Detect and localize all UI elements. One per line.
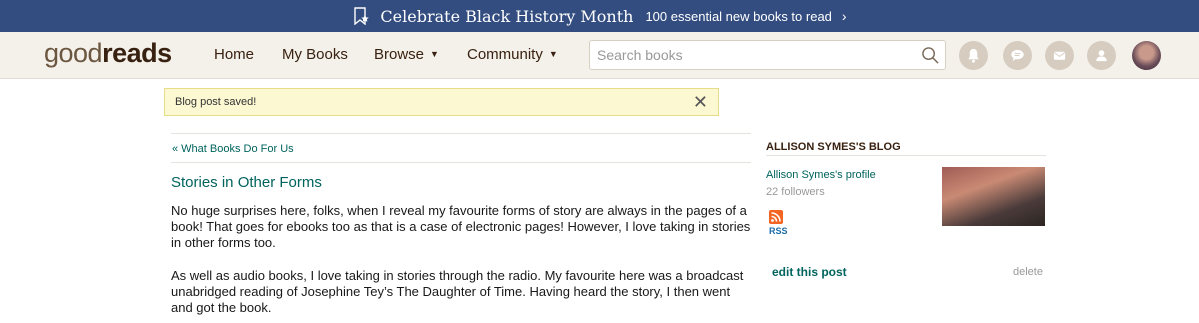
followers-count: 22 followers [766, 186, 825, 198]
flash-text: Blog post saved! [175, 96, 257, 108]
divider [766, 155, 1046, 156]
profile-avatar[interactable] [1132, 41, 1161, 70]
divider [171, 162, 751, 163]
close-icon[interactable]: ✕ [693, 92, 708, 113]
caret-down-icon: ▼ [430, 49, 439, 59]
nav-home[interactable]: Home [214, 46, 254, 63]
rss-label: RSS [769, 226, 788, 236]
chevron-right-icon: › [841, 8, 847, 24]
blog-heading: ALLISON SYMES'S BLOG [766, 141, 901, 153]
search-input[interactable] [590, 41, 910, 69]
discussions-icon[interactable] [1003, 41, 1032, 70]
search-box [589, 40, 946, 70]
author-photo[interactable] [942, 167, 1045, 226]
nav-my-books[interactable]: My Books [282, 46, 348, 63]
caret-down-icon: ▼ [548, 49, 558, 59]
nav-browse[interactable]: Browse ▼ [374, 46, 439, 63]
notifications-icon[interactable] [959, 41, 988, 70]
search-icon[interactable] [921, 46, 940, 65]
previous-post-link[interactable]: « What Books Do For Us [172, 143, 294, 155]
post-paragraph: No huge surprises here, folks, when I re… [171, 203, 751, 250]
post-paragraph: As well as audio books, I love taking in… [171, 268, 744, 315]
rss-icon [769, 210, 783, 224]
logo-light-part: good [44, 38, 103, 68]
author-profile-link[interactable]: Allison Symes's profile [766, 169, 876, 181]
rss-link[interactable]: RSS [769, 210, 788, 236]
logo-bold-part: reads [102, 38, 172, 68]
bookmark-star-icon [354, 7, 370, 25]
messages-icon[interactable] [1045, 41, 1074, 70]
post-title[interactable]: Stories in Other Forms [171, 174, 322, 191]
goodreads-logo[interactable]: goodreads [44, 38, 172, 69]
banner-title: Celebrate Black History Month [380, 6, 634, 26]
top-nav: goodreads Home My Books Browse ▼ Communit… [0, 32, 1199, 79]
nav-community[interactable]: Community ▼ [467, 46, 558, 63]
nav-browse-label: Browse [374, 46, 425, 63]
delete-post-link[interactable]: delete [1013, 266, 1043, 278]
nav-community-label: Community [467, 46, 543, 63]
divider [171, 133, 751, 134]
flash-message: Blog post saved! ✕ [164, 88, 719, 116]
friends-icon[interactable] [1087, 41, 1116, 70]
promo-banner[interactable]: Celebrate Black History Month 100 essent… [0, 0, 1199, 32]
edit-post-link[interactable]: edit this post [772, 265, 847, 279]
banner-subtitle[interactable]: 100 essential new books to read [645, 9, 831, 24]
